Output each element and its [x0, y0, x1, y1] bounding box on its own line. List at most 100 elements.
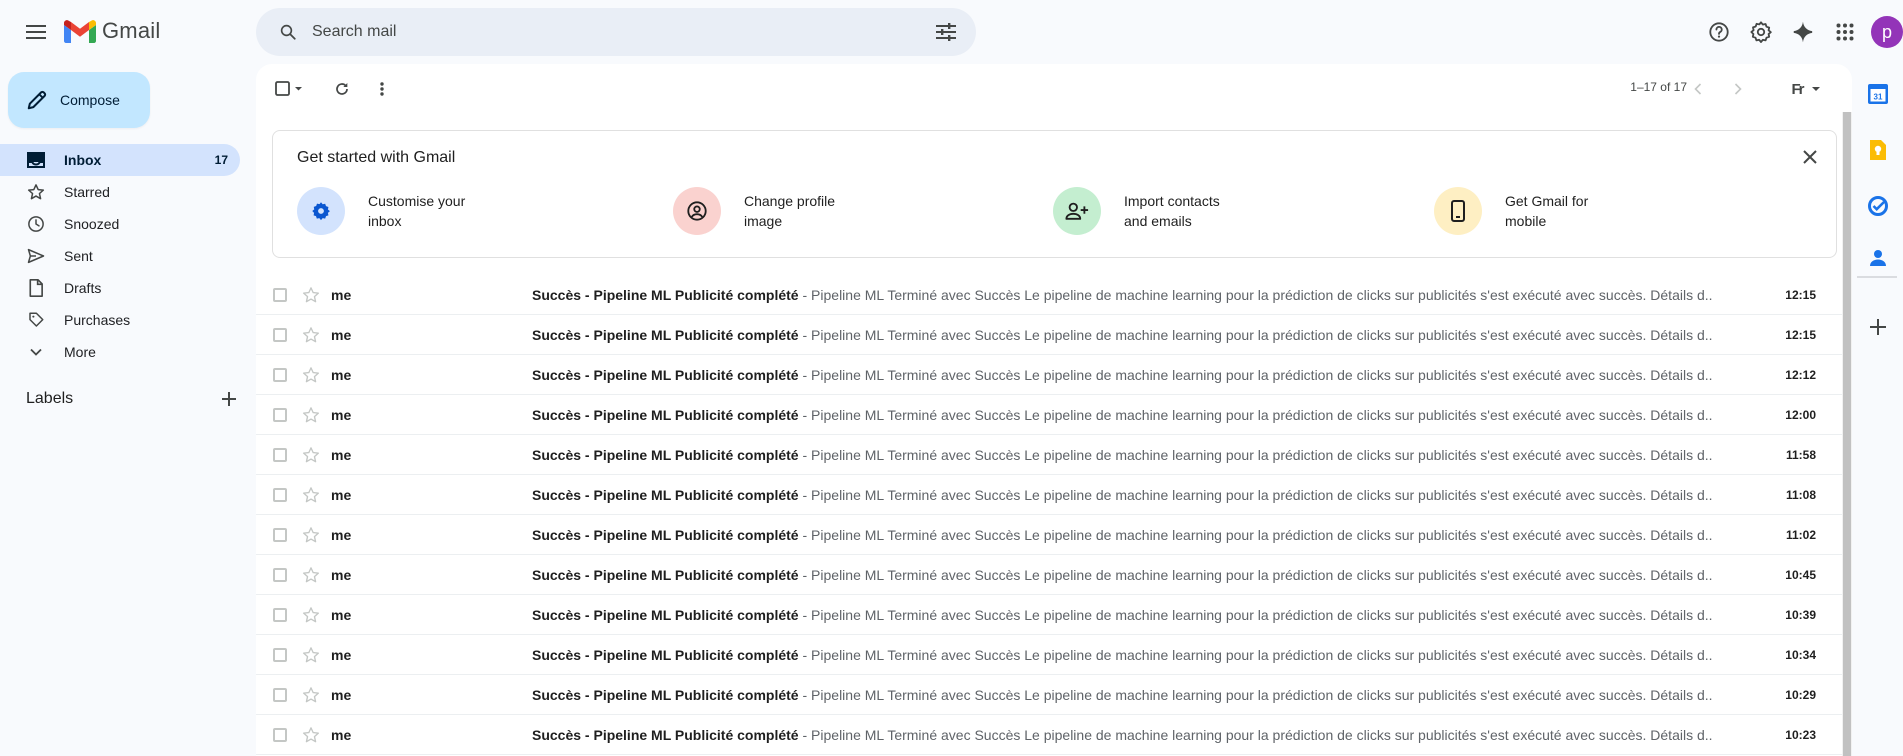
email-snippet: - Pipeline ML Terminé avec Succès Le pip…: [798, 606, 1712, 623]
older-page-button[interactable]: [1724, 69, 1752, 109]
row-checkbox[interactable]: [273, 648, 287, 662]
email-row[interactable]: me Succès - Pipeline ML Publicité complét…: [256, 715, 1842, 755]
email-subject: Succès - Pipeline ML Publicité complété: [532, 446, 799, 463]
star-toggle-icon[interactable]: [302, 406, 320, 424]
settings-gear-icon[interactable]: [1741, 12, 1781, 52]
promo-line: inbox: [368, 213, 402, 229]
email-content: Succès - Pipeline ML Publicité complété …: [532, 607, 1712, 623]
promo-import-contacts[interactable]: Import contacts and emails: [1053, 187, 1254, 235]
search-icon[interactable]: [264, 8, 312, 56]
sidebar-item-purchases[interactable]: Purchases: [0, 304, 240, 336]
labels-section-header: Labels: [26, 390, 236, 408]
row-checkbox[interactable]: [273, 688, 287, 702]
row-checkbox[interactable]: [273, 568, 287, 582]
main-menu-button[interactable]: [18, 14, 54, 50]
email-row[interactable]: me Succès - Pipeline ML Publicité complét…: [256, 395, 1842, 435]
account-avatar[interactable]: p: [1871, 16, 1903, 48]
sidebar: Compose Inbox 17 Starred Snoozed Sent Dr…: [0, 64, 256, 756]
email-row[interactable]: me Succès - Pipeline ML Publicité complét…: [256, 435, 1842, 475]
scrollbar[interactable]: [1842, 112, 1852, 756]
keep-icon[interactable]: [1866, 138, 1890, 162]
app-name: Gmail: [102, 18, 161, 43]
promo-customise-inbox[interactable]: Customise your inbox: [297, 187, 498, 235]
row-checkbox[interactable]: [273, 408, 287, 422]
sidebar-item-label: Purchases: [64, 312, 131, 328]
row-checkbox[interactable]: [273, 608, 287, 622]
star-toggle-icon[interactable]: [302, 526, 320, 544]
more-actions-button[interactable]: [362, 69, 402, 109]
sidebar-item-inbox[interactable]: Inbox 17: [0, 144, 240, 176]
calendar-icon[interactable]: 31: [1866, 82, 1890, 106]
sidebar-item-sent[interactable]: Sent: [0, 240, 240, 272]
promo-line: Customise your: [368, 193, 466, 209]
email-sender: me: [331, 366, 352, 383]
newer-page-button[interactable]: [1684, 69, 1712, 109]
promo-change-profile-image[interactable]: Change profile image: [673, 187, 874, 235]
select-all-checkbox[interactable]: [270, 69, 310, 109]
search-input[interactable]: [312, 23, 922, 41]
row-checkbox[interactable]: [273, 488, 287, 502]
email-time: 12:15: [1785, 327, 1816, 342]
add-label-icon[interactable]: [222, 392, 236, 406]
star-toggle-icon[interactable]: [302, 646, 320, 664]
promo-line: Get Gmail for: [1505, 193, 1589, 209]
add-icon[interactable]: [1866, 315, 1890, 339]
get-started-card: Get started with Gmail Customise your inb…: [272, 130, 1837, 258]
row-checkbox[interactable]: [273, 288, 287, 302]
email-snippet: - Pipeline ML Terminé avec Succès Le pip…: [798, 366, 1712, 383]
tasks-icon[interactable]: [1866, 194, 1890, 218]
compose-button[interactable]: Compose: [8, 72, 150, 128]
email-row[interactable]: me Succès - Pipeline ML Publicité complét…: [256, 595, 1842, 635]
caret-down-icon: [1811, 87, 1820, 91]
sidebar-item-snoozed[interactable]: Snoozed: [0, 208, 240, 240]
star-icon: [26, 182, 46, 202]
gmail-logo[interactable]: Gmail: [64, 18, 160, 44]
star-toggle-icon[interactable]: [302, 606, 320, 624]
email-row[interactable]: me Succès - Pipeline ML Publicité complét…: [256, 275, 1842, 315]
row-checkbox[interactable]: [273, 528, 287, 542]
sidebar-item-starred[interactable]: Starred: [0, 176, 240, 208]
star-toggle-icon[interactable]: [302, 446, 320, 464]
promo-get-mobile[interactable]: Get Gmail for mobile: [1434, 187, 1635, 235]
row-checkbox[interactable]: [273, 728, 287, 742]
email-sender: me: [331, 406, 352, 423]
row-checkbox[interactable]: [273, 328, 287, 342]
contacts-icon[interactable]: [1866, 246, 1890, 270]
search-bar[interactable]: [256, 8, 976, 56]
email-row[interactable]: me Succès - Pipeline ML Publicité complét…: [256, 635, 1842, 675]
scrollbar-thumb[interactable]: [1843, 112, 1851, 756]
email-time: 11:02: [1785, 527, 1816, 542]
email-sender: me: [331, 726, 352, 743]
list-toolbar: 1–17 of 17 Fr: [256, 64, 1852, 114]
email-row[interactable]: me Succès - Pipeline ML Publicité complét…: [256, 675, 1842, 715]
gemini-sparkle-icon[interactable]: [1783, 12, 1823, 52]
close-icon[interactable]: [1796, 143, 1824, 171]
star-toggle-icon[interactable]: [302, 486, 320, 504]
star-toggle-icon[interactable]: [302, 326, 320, 344]
email-content: Succès - Pipeline ML Publicité complété …: [532, 727, 1712, 743]
row-checkbox[interactable]: [273, 368, 287, 382]
email-time: 12:00: [1785, 407, 1816, 422]
help-icon[interactable]: [1699, 12, 1739, 52]
star-toggle-icon[interactable]: [302, 566, 320, 584]
refresh-button[interactable]: [322, 69, 362, 109]
more-vert-icon: [380, 82, 384, 96]
email-row[interactable]: me Succès - Pipeline ML Publicité complét…: [256, 515, 1842, 555]
hamburger-icon: [26, 25, 46, 39]
email-row[interactable]: me Succès - Pipeline ML Publicité complét…: [256, 555, 1842, 595]
star-toggle-icon[interactable]: [302, 726, 320, 744]
star-toggle-icon[interactable]: [302, 686, 320, 704]
input-tools-button[interactable]: Fr: [1782, 69, 1832, 109]
email-row[interactable]: me Succès - Pipeline ML Publicité complét…: [256, 355, 1842, 395]
google-apps-icon[interactable]: [1825, 12, 1865, 52]
search-options-icon[interactable]: [922, 8, 970, 56]
email-sender: me: [331, 606, 352, 623]
sidebar-item-drafts[interactable]: Drafts: [0, 272, 240, 304]
row-checkbox[interactable]: [273, 448, 287, 462]
star-toggle-icon[interactable]: [302, 286, 320, 304]
email-row[interactable]: me Succès - Pipeline ML Publicité complét…: [256, 315, 1842, 355]
sidebar-item-more[interactable]: More: [0, 336, 240, 368]
email-row[interactable]: me Succès - Pipeline ML Publicité complét…: [256, 475, 1842, 515]
email-sender: me: [331, 566, 352, 583]
star-toggle-icon[interactable]: [302, 366, 320, 384]
